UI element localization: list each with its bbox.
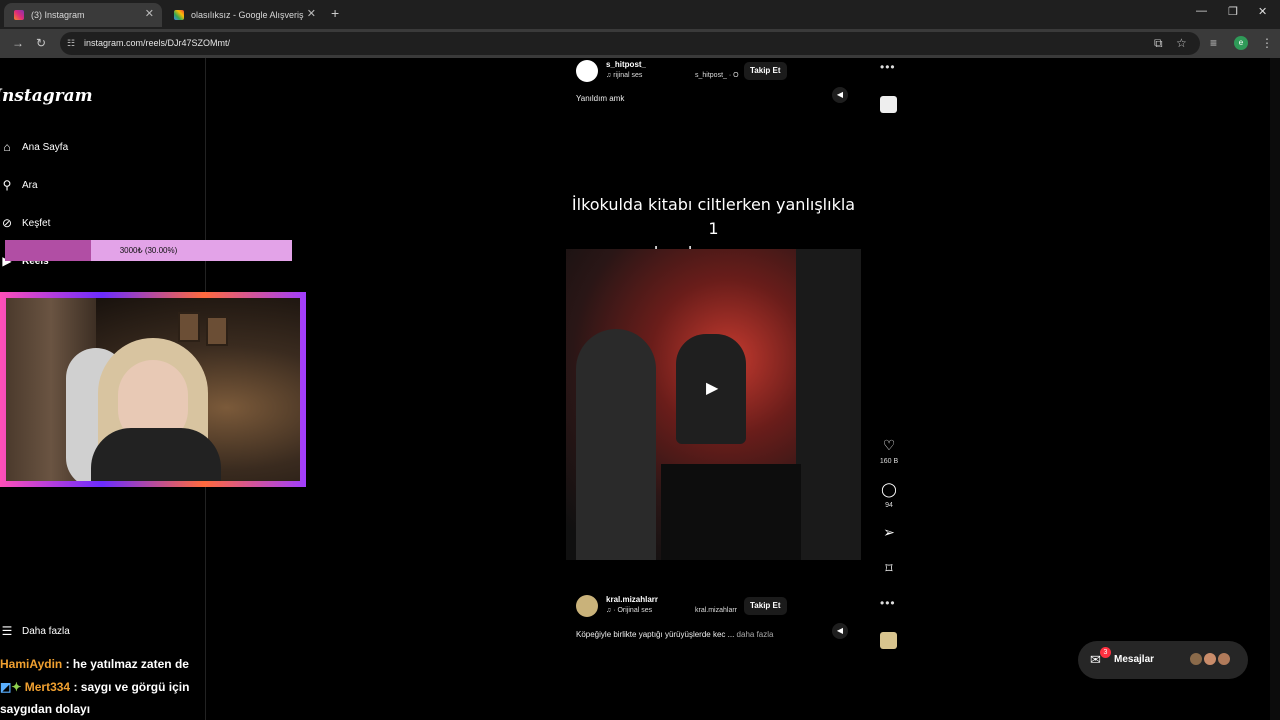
- restore-icon[interactable]: ❐: [1228, 5, 1238, 18]
- reel2-avatar[interactable]: [576, 595, 598, 617]
- chat-emote-icon: ◩: [0, 680, 12, 694]
- chat-message: saygıdan dolayı: [0, 702, 90, 716]
- table: [661, 464, 801, 560]
- reel2-caption-text: Köpeğiyle birlikte yaptığı yürüyüşlerde …: [576, 630, 735, 639]
- reload-icon[interactable]: ↻: [36, 36, 46, 50]
- reel2-audio-label: · Orijinal ses: [613, 607, 653, 614]
- reel2-follow-button[interactable]: Takip Et: [744, 597, 787, 615]
- reel1-audio[interactable]: ♫ rijinal ses: [606, 72, 642, 79]
- video-title-line1: İlkokulda kitabı ciltlerken yanlışlıkla …: [571, 195, 856, 238]
- reel1-audio-thumbnail[interactable]: [880, 96, 897, 113]
- browser-toolbar: → ↻ ☷ instagram.com/reels/DJr47SZOMmt/ ⧉…: [0, 29, 1280, 58]
- reel2-more-link[interactable]: daha fazla: [737, 630, 774, 639]
- wall-picture: [178, 312, 200, 342]
- reel2-audio[interactable]: ♫ · Orijinal ses: [606, 607, 652, 614]
- instagram-logo[interactable]: Instagram: [0, 86, 93, 106]
- speaker-icon[interactable]: ◀: [832, 623, 848, 639]
- close-tab-icon[interactable]: ✕: [145, 7, 154, 20]
- sidebar-item-explore[interactable]: ⊘ Keşfet: [0, 216, 50, 230]
- sidebar-item-label: Ara: [22, 179, 38, 191]
- reel1-follow-button[interactable]: Takip Et: [744, 62, 787, 80]
- chat-message: HamiAydin : he yatılmaz zaten de: [0, 657, 189, 671]
- message-avatar: [1216, 651, 1232, 667]
- donation-goal-bar: 3000₺ (30.00%): [5, 240, 292, 261]
- sidebar-item-search[interactable]: ⚲ Ara: [0, 178, 38, 192]
- donation-goal-text: 3000₺ (30.00%): [119, 246, 178, 255]
- comment-icon[interactable]: ◯: [880, 481, 898, 498]
- menu-icon: ☰: [1, 624, 13, 638]
- chat-username: HamiAydin: [0, 657, 63, 671]
- minimize-icon[interactable]: —: [1196, 5, 1207, 17]
- reel2-caption: Köpeğiyle birlikte yaptığı yürüyüşlerde …: [576, 630, 773, 639]
- profile-avatar[interactable]: e: [1234, 36, 1248, 50]
- tab-instagram[interactable]: (3) Instagram ✕: [4, 3, 162, 27]
- reel1-audio-user[interactable]: s_hitpost_ · O: [695, 72, 739, 79]
- tab-google-shopping[interactable]: olasılıksız - Google Alışveriş ✕: [164, 3, 324, 27]
- sidebar-item-label: Ana Sayfa: [22, 141, 69, 153]
- play-icon[interactable]: ▶: [706, 378, 718, 398]
- search-icon: ⚲: [2, 178, 12, 192]
- more-options-icon[interactable]: •••: [880, 60, 896, 74]
- messages-button[interactable]: ✉ 3 Mesajlar: [1078, 641, 1248, 679]
- new-tab-icon[interactable]: +: [331, 5, 339, 21]
- left-figure: [576, 329, 656, 560]
- page-scrollbar[interactable]: [1270, 58, 1280, 720]
- reel1-username[interactable]: s_hitpost_: [606, 60, 646, 69]
- sidebar-item-more[interactable]: ☰ Daha fazla: [0, 624, 70, 638]
- share-icon[interactable]: ➢: [880, 524, 898, 541]
- chat-text: : saygı ve görgü için: [73, 680, 190, 694]
- save-icon[interactable]: ⌑: [880, 560, 898, 577]
- reel2-audio-user[interactable]: kral.mizahlarr: [695, 607, 737, 614]
- forward-icon[interactable]: →: [12, 36, 24, 50]
- close-window-icon[interactable]: ✕: [1258, 5, 1267, 18]
- right-figure: [796, 249, 861, 560]
- wall-picture: [206, 316, 228, 346]
- speaker-icon[interactable]: ◀: [832, 87, 848, 103]
- address-bar[interactable]: ☷ instagram.com/reels/DJr47SZOMmt/: [60, 32, 1200, 55]
- browser-menu-icon[interactable]: ⋮: [1261, 36, 1273, 50]
- media-icon[interactable]: ≡: [1210, 36, 1217, 50]
- compass-icon: ⊘: [1, 216, 13, 230]
- sidebar-item-label: Daha fazla: [22, 625, 70, 637]
- close-tab-icon[interactable]: ✕: [307, 7, 316, 20]
- bookmark-star-icon[interactable]: ☆: [1176, 36, 1187, 50]
- google-shopping-favicon-icon: [174, 10, 184, 20]
- streamer-body: [91, 428, 221, 481]
- reel2-username[interactable]: kral.mizahlarr: [606, 595, 658, 604]
- reel2-audio-thumbnail[interactable]: [880, 632, 897, 649]
- reel1-avatar[interactable]: [576, 60, 598, 82]
- like-icon[interactable]: ♡: [880, 437, 898, 454]
- chat-text: saygıdan dolayı: [0, 702, 91, 716]
- chat-text: : he yatılmaz zaten de: [65, 657, 189, 671]
- chat-username: Mert334: [24, 680, 71, 694]
- more-options-icon[interactable]: •••: [880, 596, 896, 610]
- video-frame: ▶: [566, 249, 861, 560]
- comment-count: 94: [885, 502, 893, 509]
- sidebar-item-home[interactable]: ⌂ Ana Sayfa: [0, 140, 68, 154]
- messages-badge: 3: [1100, 647, 1111, 658]
- messenger-icon: ✉: [1090, 652, 1101, 667]
- tab-title: (3) Instagram: [31, 10, 85, 20]
- reel1-caption: Yanıldım amk: [576, 94, 625, 103]
- like-count: 160 B: [879, 458, 899, 465]
- sidebar-item-label: Keşfet: [22, 217, 51, 229]
- webcam-overlay: [0, 292, 306, 487]
- chat-message: ◩✦ Mert334 : saygı ve görgü için: [0, 680, 189, 694]
- sparkle-emote-icon: ✦: [11, 680, 25, 694]
- site-info-icon[interactable]: ☷: [67, 38, 75, 49]
- url-text: instagram.com/reels/DJr47SZOMmt/: [84, 38, 231, 48]
- reel-video[interactable]: İlkokulda kitabı ciltlerken yanlışlıkla …: [566, 180, 861, 560]
- browser-tab-strip: (3) Instagram ✕ olasılıksız - Google Alı…: [0, 0, 1280, 29]
- webcam-feed: [6, 298, 300, 481]
- reel1-audio-label: rijinal ses: [613, 72, 643, 79]
- home-icon: ⌂: [3, 140, 11, 154]
- tab-title: olasılıksız - Google Alışveriş: [191, 10, 304, 20]
- messages-label: Mesajlar: [1114, 654, 1155, 665]
- install-app-icon[interactable]: ⧉: [1154, 36, 1163, 51]
- instagram-favicon-icon: [14, 10, 24, 20]
